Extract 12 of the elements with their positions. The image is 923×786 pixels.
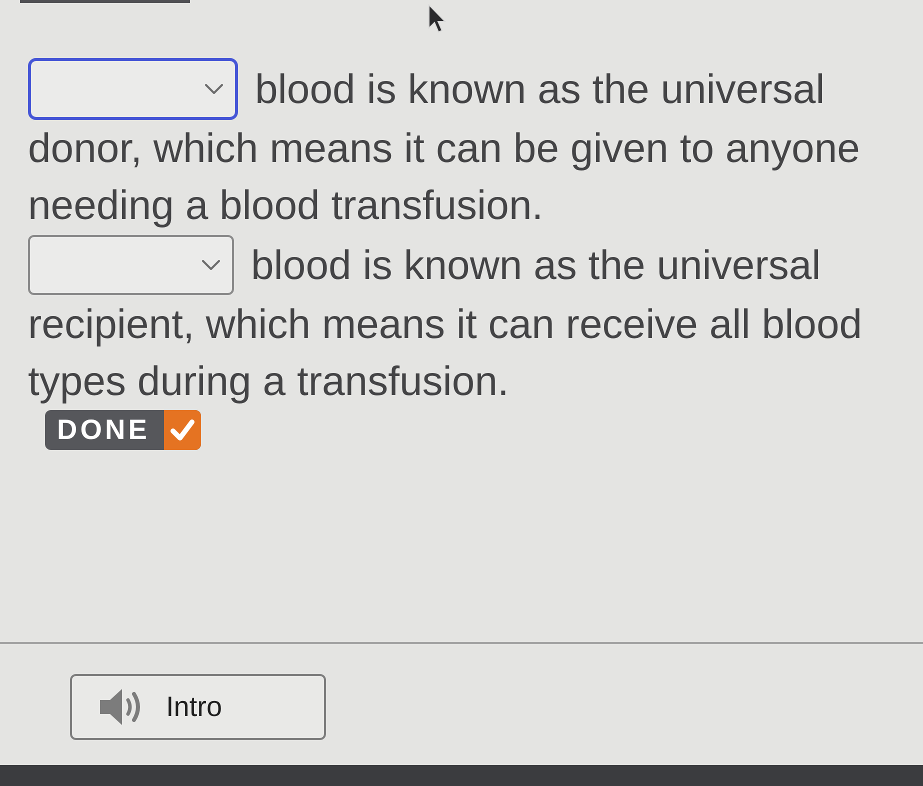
caret-icon <box>202 260 220 270</box>
question-text: blood is known as the universal <box>251 240 821 290</box>
question-text: recipient, which means it can receive all blood types during a transfusion. <box>28 300 864 406</box>
caret-icon <box>205 84 223 94</box>
mouse-cursor-icon <box>428 4 446 34</box>
dropdown-field[interactable] <box>28 58 238 120</box>
checkmark-icon <box>164 410 201 450</box>
question-text: donor, which means it can be given to anyone needing a blood transfusion. <box>28 124 861 230</box>
intro-button[interactable]: Intro <box>70 674 326 740</box>
dropdown-field[interactable] <box>28 235 234 295</box>
question-text: blood is known as the universal <box>255 64 825 114</box>
done-button[interactable]: DONE <box>45 410 201 450</box>
